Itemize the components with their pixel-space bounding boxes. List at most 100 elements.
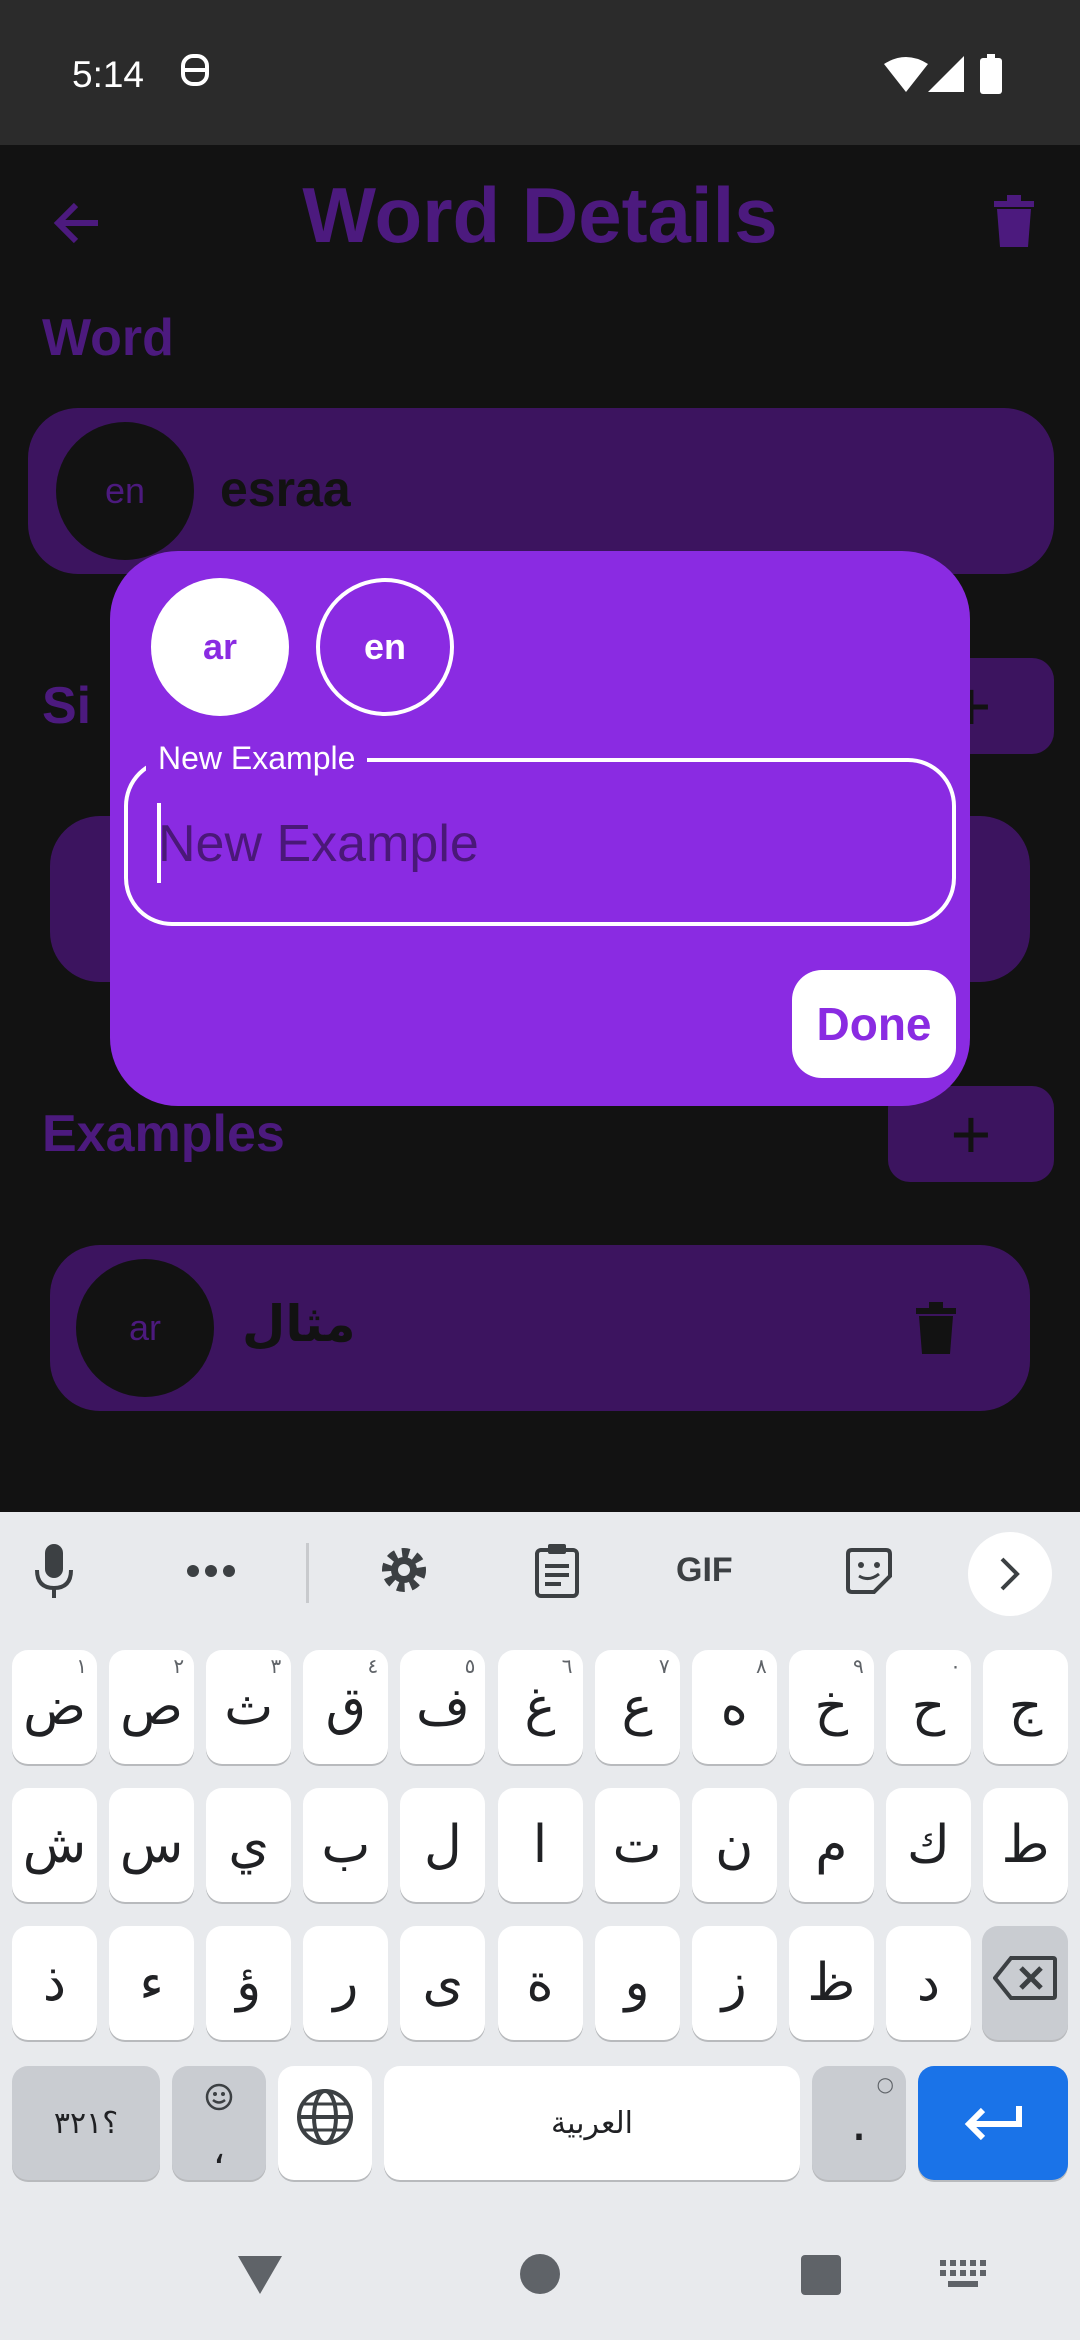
key-row1-4[interactable]: ق٤ [303,1650,389,1764]
emoji-icon [205,2076,233,2120]
key-row2-4[interactable]: ب [303,1788,389,1902]
gif-button[interactable]: GIF [676,1551,733,1590]
period-key[interactable]: . ○ [812,2066,906,2180]
key-row1-2[interactable]: ص٢ [109,1650,195,1764]
key-row1-5[interactable]: ف٥ [400,1650,486,1764]
text-caret [157,803,161,883]
next-icon[interactable] [968,1532,1052,1616]
key-label: ة [526,1953,554,2013]
key-row3-5[interactable]: ى [400,1926,486,2040]
key-row2-1[interactable]: ش [12,1788,97,1902]
nav-back-icon[interactable] [236,2254,284,2301]
key-row2-8[interactable]: ن [691,1788,777,1902]
clipboard-icon[interactable] [534,1544,580,1603]
emoji-comma-key[interactable]: ، [172,2066,266,2180]
key-row1-9[interactable]: خ٩ [788,1650,874,1764]
new-example-input[interactable] [158,800,918,888]
delete-word-icon[interactable] [992,195,1036,252]
space-key[interactable]: العربية [384,2066,800,2180]
lang-chip-ar[interactable]: ar [151,578,289,716]
sticker-icon[interactable] [844,1546,894,1601]
key-row3-7[interactable]: و [594,1926,680,2040]
key-hint: ٩ [853,1654,864,1678]
key-row1-10[interactable]: ح٠ [885,1650,971,1764]
key-hint: ٧ [658,1654,670,1678]
key-row2-5[interactable]: ل [400,1788,486,1902]
more-icon[interactable] [186,1564,236,1583]
key-label: ر [333,1953,359,2013]
key-label: س [119,1815,184,1875]
key-row3-6[interactable]: ة [497,1926,583,2040]
key-label: خ [814,1677,849,1737]
key-row2-3[interactable]: ي [206,1788,292,1902]
comma-label: ، [212,2128,226,2172]
key-row1-6[interactable]: غ٦ [497,1650,583,1764]
key-row2-7[interactable]: ت [594,1788,680,1902]
key-label: ث [224,1677,274,1737]
backspace-key[interactable] [982,1926,1068,2040]
settings-icon[interactable] [378,1544,430,1601]
language-key[interactable] [278,2066,372,2180]
key-label: ء [139,1953,164,2013]
key-row1-8[interactable]: ه٨ [691,1650,777,1764]
key-label: ذ [42,1953,67,2013]
status-bar: 5:14 [0,0,1080,145]
key-row1-11[interactable]: ج [983,1650,1068,1764]
key-label: ج [1008,1677,1043,1737]
example-lang-badge: ar [76,1259,214,1397]
examples-section-label: Examples [42,1105,285,1163]
key-row3-2[interactable]: ء [109,1926,195,2040]
new-example-field-label: New Example [146,740,368,777]
symbols-key[interactable]: ؟٣٢١ [12,2066,160,2180]
key-row1-3[interactable]: ث٣ [206,1650,292,1764]
key-row3-4[interactable]: ر [303,1926,389,2040]
key-hint: ٦ [561,1654,573,1678]
status-time: 5:14 [72,54,145,95]
key-label: و [624,1953,650,2013]
key-hint: ١ [76,1654,87,1678]
enter-key[interactable] [918,2066,1068,2180]
key-label: ي [228,1815,270,1875]
mic-icon[interactable] [34,1544,74,1605]
key-row3-9[interactable]: ظ [788,1926,874,2040]
keyboard-switch-icon[interactable] [940,2260,986,2293]
key-row2-9[interactable]: م [788,1788,874,1902]
word-section-label: Word [42,309,174,367]
key-label: ب [321,1815,371,1875]
key-row2-11[interactable]: ط [983,1788,1068,1902]
key-hint: ٠ [950,1654,961,1678]
key-hint: ٣ [270,1654,282,1678]
key-label: ش [22,1815,87,1875]
key-row2-2[interactable]: س [109,1788,195,1902]
key-row2-10[interactable]: ك [885,1788,971,1902]
delete-example-icon[interactable] [914,1302,958,1359]
key-label: ق [325,1677,366,1737]
done-button[interactable]: Done [792,970,956,1078]
toolbar-divider [306,1543,309,1603]
key-row3-3[interactable]: ؤ [206,1926,292,2040]
key-row3-8[interactable]: ز [691,1926,777,2040]
key-label: ك [906,1815,950,1875]
battery-icon [980,54,1002,99]
key-label: د [916,1953,940,2013]
page-title: Word Details [302,171,778,259]
key-hint: ٢ [173,1654,185,1678]
example-text: مثال [242,1295,356,1353]
key-row1-1[interactable]: ض١ [12,1650,97,1764]
key-label: ه [720,1677,748,1737]
nav-home-icon[interactable] [518,2252,562,2301]
period-hint: ○ [876,2072,894,2096]
key-label: ع [621,1677,653,1737]
key-label: ظ [807,1953,856,2013]
key-label: ت [612,1815,662,1875]
key-label: غ [524,1677,556,1737]
key-row2-6[interactable]: ا [497,1788,583,1902]
key-row3-10[interactable]: د [885,1926,971,2040]
word-text: esraa [220,461,351,517]
key-row3-1[interactable]: ذ [12,1926,97,2040]
globe-icon [296,2088,354,2159]
lang-chip-en[interactable]: en [316,578,454,716]
face-unlock-icon [180,50,210,95]
nav-recents-icon[interactable] [800,2254,842,2301]
key-row1-7[interactable]: ع٧ [594,1650,680,1764]
